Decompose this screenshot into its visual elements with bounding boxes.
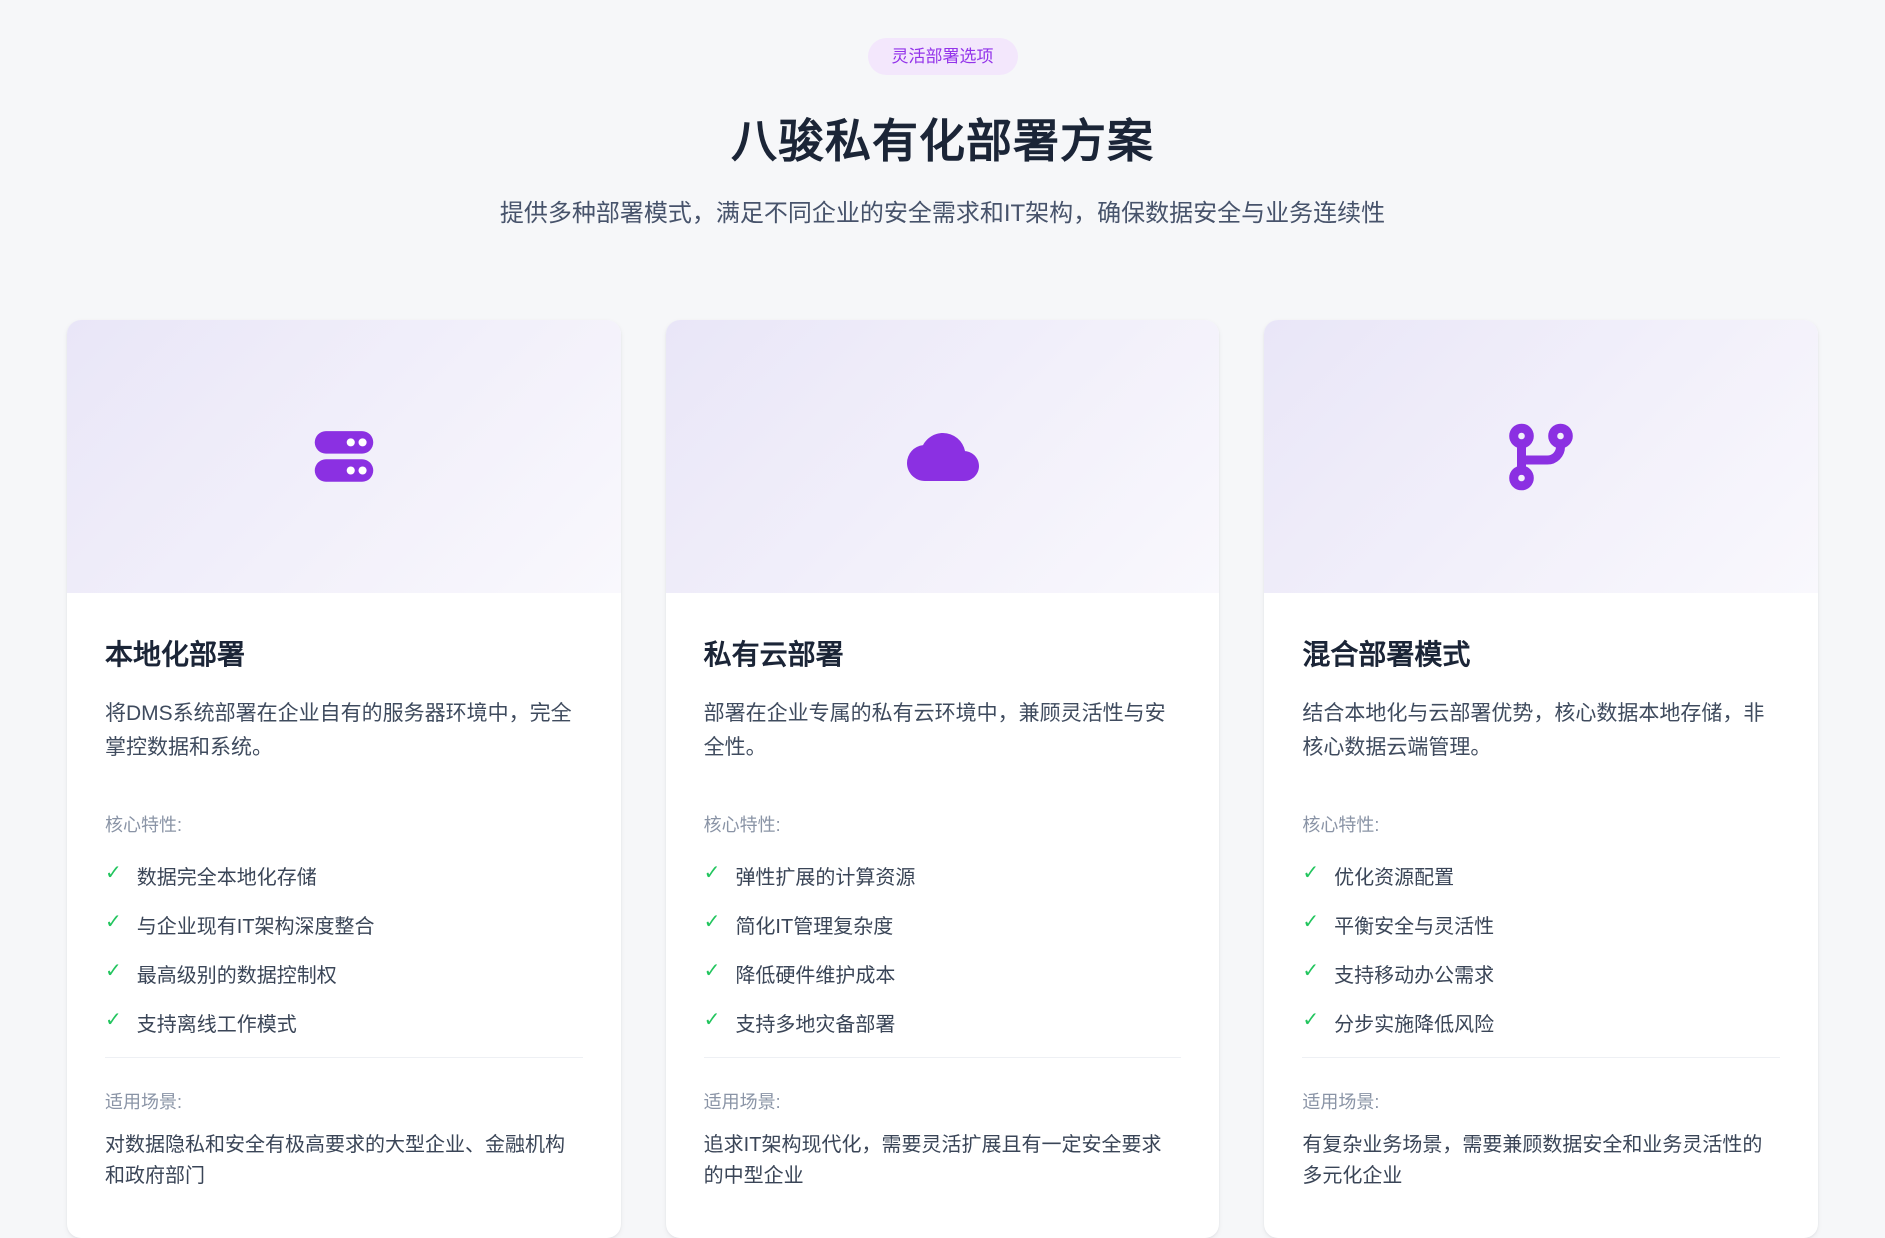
scenario-text: 追求IT架构现代化，需要灵活扩展且有一定安全要求的中型企业 <box>704 1130 1182 1192</box>
check-icon: ✓ <box>1302 861 1319 885</box>
feature-item: ✓ 简化IT管理复杂度 <box>704 910 1182 939</box>
card-description: 部署在企业专属的私有云环境中，兼顾灵活性与安全性。 <box>704 697 1182 765</box>
feature-item: ✓ 支持多地灾备部署 <box>704 1008 1182 1037</box>
card-private-cloud: 私有云部署 部署在企业专属的私有云环境中，兼顾灵活性与安全性。 核心特性: ✓ … <box>666 320 1220 1238</box>
server-icon <box>308 421 380 493</box>
features-label: 核心特性: <box>704 811 1182 837</box>
card-body: 私有云部署 部署在企业专属的私有云环境中，兼顾灵活性与安全性。 核心特性: ✓ … <box>666 593 1220 1238</box>
card-description: 将DMS系统部署在企业自有的服务器环境中，完全掌控数据和系统。 <box>105 697 583 765</box>
check-icon: ✓ <box>1302 959 1319 983</box>
git-branch-icon <box>1505 421 1577 493</box>
check-icon: ✓ <box>704 959 721 983</box>
feature-text: 优化资源配置 <box>1334 861 1454 890</box>
deployment-section: 灵活部署选项 八骏私有化部署方案 提供多种部署模式，满足不同企业的安全需求和IT… <box>0 0 1885 1238</box>
features-label: 核心特性: <box>105 811 583 837</box>
scenario-label: 适用场景: <box>1302 1088 1780 1114</box>
card-body: 混合部署模式 结合本地化与云部署优势，核心数据本地存储，非核心数据云端管理。 核… <box>1264 593 1818 1238</box>
card-hero-hybrid <box>1264 320 1818 593</box>
feature-text: 降低硬件维护成本 <box>735 959 895 988</box>
check-icon: ✓ <box>704 1008 721 1032</box>
card-local-deployment: 本地化部署 将DMS系统部署在企业自有的服务器环境中，完全掌控数据和系统。 核心… <box>67 320 621 1238</box>
feature-text: 分步实施降低风险 <box>1334 1008 1494 1037</box>
card-body: 本地化部署 将DMS系统部署在企业自有的服务器环境中，完全掌控数据和系统。 核心… <box>67 593 621 1238</box>
card-hero-local <box>67 320 621 593</box>
page-subtitle: 提供多种部署模式，满足不同企业的安全需求和IT架构，确保数据安全与业务连续性 <box>0 193 1885 228</box>
cards-row: 本地化部署 将DMS系统部署在企业自有的服务器环境中，完全掌控数据和系统。 核心… <box>0 320 1885 1238</box>
check-icon: ✓ <box>704 861 721 885</box>
card-description: 结合本地化与云部署优势，核心数据本地存储，非核心数据云端管理。 <box>1302 697 1780 765</box>
scenario-block: 适用场景: 有复杂业务场景，需要兼顾数据安全和业务灵活性的多元化企业 <box>1302 1057 1780 1192</box>
scenario-text: 对数据隐私和安全有极高要求的大型企业、金融机构和政府部门 <box>105 1130 583 1192</box>
scenario-label: 适用场景: <box>704 1088 1182 1114</box>
check-icon: ✓ <box>105 910 122 934</box>
feature-text: 支持多地灾备部署 <box>735 1008 895 1037</box>
features-list: ✓ 优化资源配置 ✓ 平衡安全与灵活性 ✓ 支持移动办公需求 ✓ 分步实施降低风… <box>1302 861 1780 1057</box>
check-icon: ✓ <box>105 861 122 885</box>
feature-text: 平衡安全与灵活性 <box>1334 910 1494 939</box>
scenario-block: 适用场景: 对数据隐私和安全有极高要求的大型企业、金融机构和政府部门 <box>105 1057 583 1192</box>
feature-item: ✓ 分步实施降低风险 <box>1302 1008 1780 1037</box>
feature-text: 与企业现有IT架构深度整合 <box>137 910 375 939</box>
scenario-label: 适用场景: <box>105 1088 583 1114</box>
feature-text: 支持移动办公需求 <box>1334 959 1494 988</box>
feature-text: 数据完全本地化存储 <box>137 861 317 890</box>
feature-text: 弹性扩展的计算资源 <box>735 861 915 890</box>
features-label: 核心特性: <box>1302 811 1780 837</box>
scenario-block: 适用场景: 追求IT架构现代化，需要灵活扩展且有一定安全要求的中型企业 <box>704 1057 1182 1192</box>
card-hybrid-deployment: 混合部署模式 结合本地化与云部署优势，核心数据本地存储，非核心数据云端管理。 核… <box>1264 320 1818 1238</box>
feature-item: ✓ 最高级别的数据控制权 <box>105 959 583 988</box>
feature-text: 简化IT管理复杂度 <box>735 910 893 939</box>
features-list: ✓ 弹性扩展的计算资源 ✓ 简化IT管理复杂度 ✓ 降低硬件维护成本 ✓ 支持多… <box>704 861 1182 1057</box>
check-icon: ✓ <box>105 959 122 983</box>
scenario-text: 有复杂业务场景，需要兼顾数据安全和业务灵活性的多元化企业 <box>1302 1130 1780 1192</box>
features-list: ✓ 数据完全本地化存储 ✓ 与企业现有IT架构深度整合 ✓ 最高级别的数据控制权… <box>105 861 583 1057</box>
feature-item: ✓ 弹性扩展的计算资源 <box>704 861 1182 890</box>
feature-item: ✓ 与企业现有IT架构深度整合 <box>105 910 583 939</box>
feature-text: 支持离线工作模式 <box>137 1008 297 1037</box>
section-header: 灵活部署选项 八骏私有化部署方案 提供多种部署模式，满足不同企业的安全需求和IT… <box>0 38 1885 228</box>
card-hero-cloud <box>666 320 1220 593</box>
card-title: 混合部署模式 <box>1302 633 1780 673</box>
card-title: 私有云部署 <box>704 633 1182 673</box>
feature-item: ✓ 优化资源配置 <box>1302 861 1780 890</box>
check-icon: ✓ <box>1302 910 1319 934</box>
feature-item: ✓ 降低硬件维护成本 <box>704 959 1182 988</box>
feature-item: ✓ 数据完全本地化存储 <box>105 861 583 890</box>
check-icon: ✓ <box>704 910 721 934</box>
feature-item: ✓ 支持离线工作模式 <box>105 1008 583 1037</box>
page-title: 八骏私有化部署方案 <box>0 105 1885 171</box>
section-badge: 灵活部署选项 <box>868 38 1018 75</box>
check-icon: ✓ <box>105 1008 122 1032</box>
feature-text: 最高级别的数据控制权 <box>137 959 337 988</box>
feature-item: ✓ 支持移动办公需求 <box>1302 959 1780 988</box>
check-icon: ✓ <box>1302 1008 1319 1032</box>
card-title: 本地化部署 <box>105 633 583 673</box>
cloud-icon <box>902 421 984 493</box>
feature-item: ✓ 平衡安全与灵活性 <box>1302 910 1780 939</box>
